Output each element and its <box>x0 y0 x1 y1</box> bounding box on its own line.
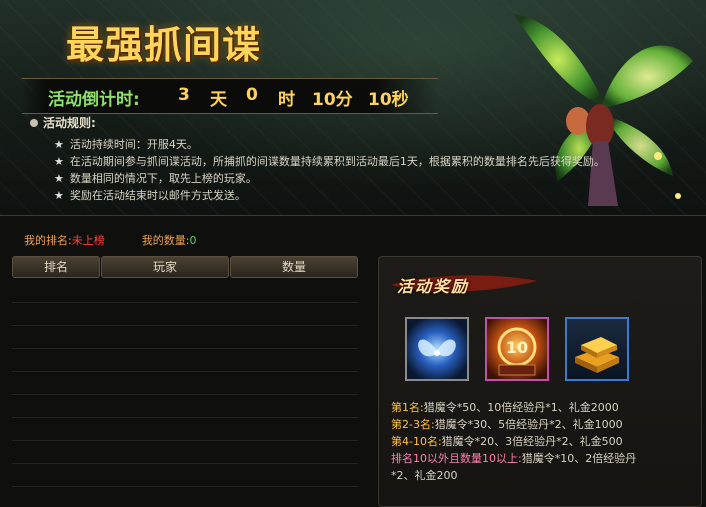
experience-potion-10x-icon: 10 <box>497 327 537 376</box>
table-row <box>12 394 358 395</box>
my-count-value: 0 <box>189 234 197 247</box>
column-header-count[interactable]: 数量 <box>230 256 358 278</box>
reward-item-lieshoaling[interactable] <box>405 317 469 381</box>
table-row <box>12 440 358 441</box>
countdown-label: 活动倒计时: <box>48 90 140 110</box>
countdown-seconds: 10秒 <box>368 90 409 110</box>
table-row <box>12 348 358 349</box>
column-header-player[interactable]: 玩家 <box>101 256 229 278</box>
svg-text:10: 10 <box>506 338 528 357</box>
countdown-hours: 0 <box>246 85 258 105</box>
countdown-bar: 活动倒计时: 3 天 0 时 10分 10秒 <box>22 78 438 114</box>
my-rank-label: 我的排名: <box>24 234 72 247</box>
rule-item: ★ 活动持续时间：开服4天。 <box>54 138 198 151</box>
reward-panel: 活动奖励 10 第1名:猎魔令*50、10倍经验丹*1、礼金2000 第2-3名… <box>378 256 702 507</box>
ranking-table: 排名 玩家 数量 <box>12 256 358 505</box>
rule-item: ★ 在活动期间参与抓间谍活动，所捕抓的间谍数量持续累积到活动最后1天，根据累积的数… <box>54 155 605 168</box>
table-row <box>12 463 358 464</box>
rule-item: ★ 数量相同的情况下，取先上榜的玩家。 <box>54 172 257 185</box>
reward-tier: 排名10以外且数量10以上:猎魔令*10、2倍经验丹 <box>391 452 637 465</box>
my-rank-line: 我的排名:未上榜 我的数量:0 <box>24 232 196 248</box>
event-title: 最强抓间谍 <box>66 22 262 67</box>
star-icon: ★ <box>54 138 64 151</box>
reward-tier: 第1名:猎魔令*50、10倍经验丹*1、礼金2000 <box>391 401 619 414</box>
reward-tier: 第2-3名:猎魔令*30、5倍经验丹*2、礼金1000 <box>391 418 623 431</box>
table-row <box>12 302 358 303</box>
reward-title: 活动奖励 <box>397 277 470 296</box>
table-row <box>12 417 358 418</box>
column-header-rank[interactable]: 排名 <box>12 256 100 278</box>
green-fairy-illustration <box>513 14 693 206</box>
rules-heading: 活动规则: <box>30 114 96 131</box>
countdown-days-unit: 天 <box>210 90 227 110</box>
blue-butterfly-orb-icon <box>418 339 456 357</box>
reward-item-gold[interactable] <box>565 317 629 381</box>
event-banner: 最强抓间谍 活动倒计时: 3 天 0 时 10分 10秒 活动规则: ★ 活动持续… <box>0 0 706 216</box>
reward-tier-continued: *2、礼金200 <box>391 469 458 482</box>
my-count-label: 我的数量: <box>141 234 190 247</box>
bullet-icon <box>30 119 38 127</box>
countdown-minutes: 10分 <box>312 90 353 110</box>
star-icon: ★ <box>54 155 64 168</box>
star-icon: ★ <box>54 189 64 202</box>
table-row <box>12 325 358 326</box>
countdown-hours-unit: 时 <box>278 90 295 110</box>
rule-item: ★ 奖励在活动结束时以邮件方式发送。 <box>54 189 246 202</box>
countdown-days: 3 <box>178 85 190 105</box>
table-row <box>12 486 358 487</box>
star-icon: ★ <box>54 172 64 185</box>
reward-tier: 第4-10名:猎魔令*20、3倍经验丹*2、礼金500 <box>391 435 623 448</box>
gold-bars-icon <box>575 337 619 373</box>
reward-item-exp-potion[interactable]: 10 <box>485 317 549 381</box>
my-rank-value: 未上榜 <box>71 234 105 247</box>
table-row <box>12 371 358 372</box>
table-header: 排名 玩家 数量 <box>12 256 358 278</box>
